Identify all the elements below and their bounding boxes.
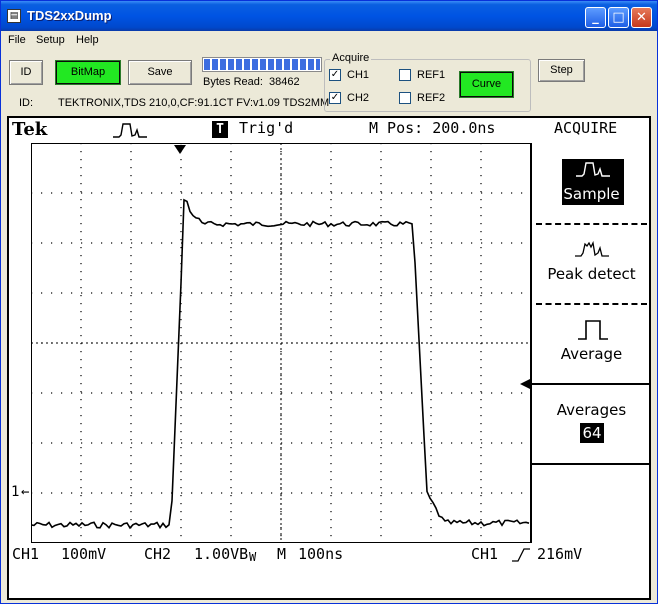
ref1-checkbox-label: REF1 xyxy=(417,69,446,81)
minimize-icon[interactable]: _ xyxy=(585,7,606,28)
grid-dots xyxy=(31,143,531,543)
ch2-checkbox-label: CH2 xyxy=(347,92,370,104)
peak-detect-icon xyxy=(575,241,609,257)
trigger-source: CH1 xyxy=(471,545,499,563)
ch2-label: CH2 xyxy=(144,545,172,563)
ch2-bw-limit: W xyxy=(249,550,257,564)
menu-file[interactable]: File xyxy=(8,34,26,46)
save-button[interactable]: Save xyxy=(128,60,192,85)
id-value: TEKTRONIX,TDS 210,0,CF:91.1CT FV:v1.09 T… xyxy=(58,97,330,109)
bytes-read-value: 38462 xyxy=(269,76,300,88)
ch2-scale: 1.00VB xyxy=(194,545,249,563)
trigger-badge: T xyxy=(212,121,228,138)
ch2-checkbox[interactable]: ✓ xyxy=(329,92,341,104)
curve-button[interactable]: Curve xyxy=(459,71,514,98)
mode-title: ACQUIRE xyxy=(554,119,618,137)
ref2-checkbox[interactable] xyxy=(399,92,411,104)
menu-averages[interactable]: Averages 64 xyxy=(532,383,649,463)
averages-label: Averages xyxy=(556,401,627,419)
average-label: Average xyxy=(560,345,623,363)
scope-side-menu: Sample Peak detect Average Averages 64 xyxy=(530,143,649,543)
id-label: ID: xyxy=(19,97,34,109)
step-button[interactable]: Step xyxy=(538,59,585,82)
close-icon[interactable]: ✕ xyxy=(631,7,652,28)
menu-help[interactable]: Help xyxy=(76,34,99,46)
ch1-ground-marker: 1 xyxy=(11,484,20,500)
ch1-label: CH1 xyxy=(12,545,40,563)
menu-average[interactable]: Average xyxy=(532,303,649,383)
trigger-status: Trig'd xyxy=(239,119,294,137)
peak-detect-label: Peak detect xyxy=(547,265,636,283)
ch1-ground-arrow: ← xyxy=(21,484,30,500)
window-title: TDS2xxDump xyxy=(27,8,112,23)
menu-divider xyxy=(532,463,649,465)
scope-display: Tek T Trig'd M Pos: 200.0ns ACQUIRE 1 ← xyxy=(7,116,651,600)
bytes-read-label: Bytes Read: xyxy=(203,76,263,88)
ref1-checkbox[interactable] xyxy=(399,69,411,81)
menu-setup[interactable]: Setup xyxy=(36,34,65,46)
sample-icon xyxy=(576,162,610,177)
sample-label: Sample xyxy=(563,185,620,203)
timebase-m-label: M xyxy=(277,545,287,563)
trigger-position-marker xyxy=(174,145,186,154)
tek-logo: Tek xyxy=(12,119,48,140)
maximize-icon[interactable]: □ xyxy=(608,7,629,28)
ch1-waveform xyxy=(31,198,530,530)
timebase-scale: 100ns xyxy=(298,545,344,563)
ref2-checkbox-label: REF2 xyxy=(417,92,446,104)
graticule xyxy=(31,143,531,543)
menu-sample[interactable]: Sample xyxy=(532,143,649,223)
bytes-progress-bar xyxy=(202,57,322,72)
acquire-mode-icon xyxy=(113,123,147,138)
ch1-scale: 100mV xyxy=(61,545,107,563)
ch1-checkbox-label: CH1 xyxy=(347,69,370,81)
app-icon: ▤ xyxy=(7,9,21,23)
app-window: ▤ TDS2xxDump _ □ ✕ File Setup Help ID Bi… xyxy=(0,0,658,604)
progress-fill xyxy=(204,59,320,70)
title-bar[interactable]: ▤ TDS2xxDump _ □ ✕ xyxy=(1,1,657,31)
menu-bar: File Setup Help xyxy=(1,31,657,50)
acquire-group-title: Acquire xyxy=(330,52,372,64)
id-button[interactable]: ID xyxy=(9,60,43,85)
averages-value: 64 xyxy=(580,423,604,443)
average-icon xyxy=(578,320,608,340)
ch1-checkbox[interactable]: ✓ xyxy=(329,69,341,81)
menu-peak-detect[interactable]: Peak detect xyxy=(532,223,649,303)
bitmap-button[interactable]: BitMap xyxy=(55,60,121,85)
m-position: M Pos: 200.0ns xyxy=(369,119,496,137)
rising-edge-icon xyxy=(512,548,530,562)
trigger-level: 216mV xyxy=(537,545,583,563)
